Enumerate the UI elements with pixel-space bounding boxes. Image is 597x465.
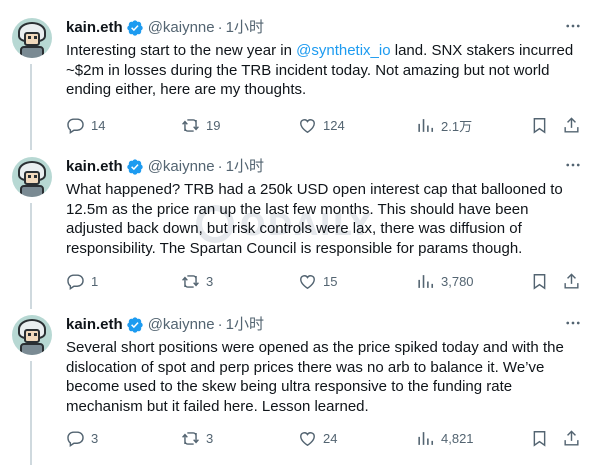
handle[interactable]: @kaiynne (148, 315, 215, 335)
reply-count: 3 (91, 430, 99, 446)
share-button[interactable] (562, 271, 581, 291)
separator: · (217, 158, 223, 175)
tweet-text-part: Interesting start to the new year in (66, 42, 297, 59)
reply-count: 1 (91, 273, 99, 289)
separator: · (217, 316, 223, 333)
reply-icon (67, 273, 84, 290)
separator: · (217, 19, 223, 36)
verified-badge-icon (127, 159, 143, 175)
tweet-3[interactable]: kain.eth @kaiynne · 1小时 Several short po… (0, 315, 597, 465)
bookmark-button[interactable] (530, 271, 549, 291)
action-bar: 1 3 15 3,780 (66, 271, 581, 291)
reply-count: 14 (91, 117, 106, 133)
share-button[interactable] (562, 115, 581, 135)
views-count: 2.1万 (441, 118, 473, 134)
views-icon (418, 431, 434, 445)
thread-line (30, 64, 32, 150)
like-count: 15 (323, 273, 338, 289)
verified-badge-icon (127, 317, 143, 333)
like-button[interactable]: 124 (298, 115, 345, 135)
retweet-button[interactable]: 19 (181, 115, 220, 135)
share-icon (564, 116, 579, 133)
more-icon[interactable] (563, 313, 583, 333)
display-name[interactable]: kain.eth (66, 157, 123, 177)
tweet-1[interactable]: kain.eth @kaiynne · 1小时 Interesting star… (0, 18, 597, 168)
bookmark-button[interactable] (530, 428, 549, 448)
thread-line (30, 361, 32, 465)
share-icon (564, 272, 579, 289)
retweet-count: 3 (206, 430, 214, 446)
avatar[interactable] (12, 315, 52, 355)
tweet-header: kain.eth @kaiynne · 1小时 (66, 18, 583, 38)
retweet-icon (182, 274, 199, 288)
retweet-count: 3 (206, 273, 214, 289)
avatar-column (12, 157, 52, 197)
thread: ODAILY kain.eth @kaiynne · 1小时 Interesti… (0, 0, 597, 465)
share-icon (564, 429, 579, 446)
handle[interactable]: @kaiynne (148, 18, 215, 38)
tweet-text: What happened? TRB had a 250k USD open i… (66, 181, 563, 257)
retweet-button[interactable]: 3 (181, 428, 213, 448)
views-icon (418, 118, 434, 132)
reply-button[interactable]: 14 (66, 115, 105, 135)
tweet-text: Interesting start to the new year in @sy… (66, 41, 586, 100)
reply-icon (67, 430, 84, 447)
retweet-count: 19 (206, 117, 221, 133)
timestamp[interactable]: 1小时 (226, 18, 264, 38)
bookmark-icon (533, 117, 546, 134)
reply-button[interactable]: 3 (66, 428, 98, 448)
tweet-2[interactable]: kain.eth @kaiynne · 1小时 What happened? T… (0, 155, 597, 309)
avatar[interactable] (12, 18, 52, 58)
like-icon (300, 118, 315, 133)
timestamp[interactable]: 1小时 (226, 315, 264, 335)
like-count: 24 (323, 430, 338, 446)
more-icon[interactable] (563, 155, 583, 175)
like-count: 124 (323, 117, 345, 133)
verified-badge-icon (127, 20, 143, 36)
timestamp[interactable]: 1小时 (226, 157, 264, 177)
tweet-text: Several short positions were opened as t… (66, 339, 564, 415)
views-icon (418, 274, 434, 288)
reply-icon (67, 117, 84, 134)
mention-link[interactable]: @synthetix_io (296, 42, 390, 59)
handle[interactable]: @kaiynne (148, 157, 215, 177)
action-bar: 3 3 24 4,821 (66, 428, 581, 448)
views-button[interactable]: 2.1万 (416, 115, 472, 135)
views-button[interactable]: 4,821 (416, 428, 474, 448)
views-count: 3,780 (441, 273, 474, 289)
avatar-column (12, 315, 52, 355)
more-icon[interactable] (563, 16, 583, 36)
like-button[interactable]: 15 (298, 271, 337, 291)
avatar-column (12, 18, 52, 58)
reply-button[interactable]: 1 (66, 271, 98, 291)
views-button[interactable]: 3,780 (416, 271, 474, 291)
bookmark-button[interactable] (530, 115, 549, 135)
display-name[interactable]: kain.eth (66, 315, 123, 335)
thread-line (30, 203, 32, 309)
display-name[interactable]: kain.eth (66, 18, 123, 38)
retweet-button[interactable]: 3 (181, 271, 213, 291)
retweet-icon (182, 118, 199, 132)
retweet-icon (182, 431, 199, 445)
bookmark-icon (533, 273, 546, 290)
avatar[interactable] (12, 157, 52, 197)
bookmark-icon (533, 430, 546, 447)
like-icon (300, 431, 315, 446)
action-bar: 14 19 124 2.1万 (66, 115, 581, 135)
like-button[interactable]: 24 (298, 428, 337, 448)
share-button[interactable] (562, 428, 581, 448)
like-icon (300, 274, 315, 289)
views-count: 4,821 (441, 430, 474, 446)
tweet-header: kain.eth @kaiynne · 1小时 (66, 157, 583, 177)
tweet-header: kain.eth @kaiynne · 1小时 (66, 315, 583, 335)
